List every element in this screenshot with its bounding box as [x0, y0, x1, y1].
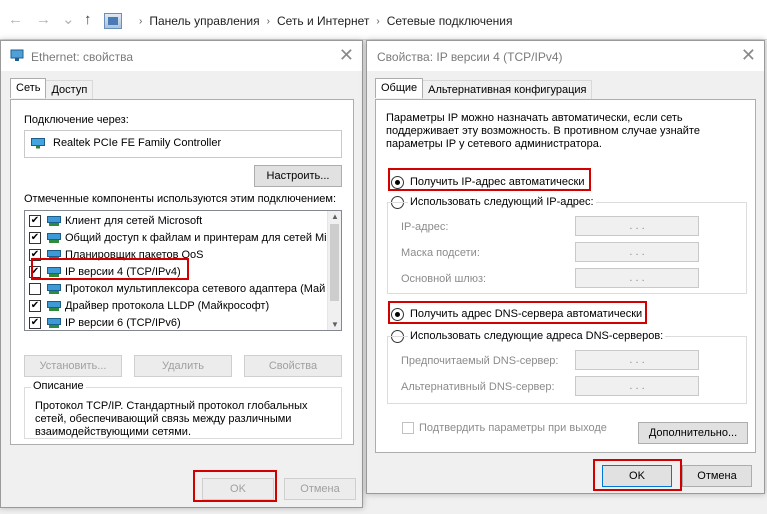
adapter-name: Realtek PCIe FE Family Controller	[53, 137, 222, 149]
configure-button[interactable]: Настроить...	[254, 165, 342, 187]
preferred-dns-field[interactable]: . . .	[575, 350, 699, 370]
advanced-button[interactable]: Дополнительно...	[638, 422, 748, 444]
general-tab-panel: Параметры IP можно назначать автоматичес…	[375, 99, 756, 453]
highlight-frame	[31, 258, 189, 280]
component-row[interactable]: Протокол мультиплексора сетевого адаптер…	[25, 281, 327, 298]
control-panel-icon	[104, 13, 122, 29]
subnet-mask-field[interactable]: . . .	[575, 242, 699, 262]
breadcrumb: › Панель управления › Сеть и Интернет › …	[104, 13, 512, 29]
component-checkbox[interactable]: ✔	[29, 215, 41, 227]
validate-checkbox[interactable]	[402, 422, 414, 434]
component-properties-button[interactable]: Свойства	[244, 355, 342, 377]
scroll-up-icon[interactable]: ▲	[331, 212, 339, 221]
breadcrumb-network-internet[interactable]: Сеть и Интернет	[277, 14, 369, 28]
tab-strip: Сеть Доступ	[10, 78, 94, 100]
chevron-right-icon[interactable]: ›	[267, 16, 270, 27]
remove-button[interactable]: Удалить	[134, 355, 232, 377]
description-title: Описание	[31, 380, 86, 392]
tab-sharing[interactable]: Доступ	[45, 80, 94, 100]
highlight-frame	[388, 301, 647, 324]
default-gateway-label: Основной шлюз:	[401, 273, 487, 285]
network-adapter-icon	[10, 49, 24, 61]
adapter-field: Realtek PCIe FE Family Controller	[24, 130, 342, 158]
network-component-icon	[47, 216, 61, 226]
title-bar: Ethernet: свойства ✕	[1, 41, 362, 71]
forward-arrow-icon[interactable]: →	[36, 12, 51, 28]
component-checkbox[interactable]	[29, 283, 41, 295]
list-scrollbar[interactable]: ▲ ▼	[327, 211, 341, 330]
highlight-frame	[388, 168, 591, 191]
tab-alternate-config[interactable]: Альтернативная конфигурация	[422, 80, 593, 100]
components-label: Отмеченные компоненты используются этим …	[24, 193, 337, 205]
tab-network[interactable]: Сеть	[10, 78, 47, 98]
component-row[interactable]: ✔ Общий доступ к файлам и принтерам для с…	[25, 230, 327, 247]
dropdown-chevron-icon[interactable]: ⌄	[62, 12, 75, 28]
scrollbar-thumb[interactable]	[330, 224, 339, 301]
up-arrow-icon[interactable]: ↑	[84, 12, 92, 28]
close-icon[interactable]: ✕	[741, 46, 756, 64]
connect-using-label: Подключение через:	[24, 114, 129, 126]
ipv4-properties-dialog: Свойства: IP версии 4 (TCP/IPv4) ✕ Общие…	[366, 40, 765, 494]
manual-ip-label[interactable]: Использовать следующий IP-адрес:	[408, 196, 596, 208]
network-component-icon	[47, 233, 61, 243]
network-component-icon	[47, 284, 61, 294]
dialog-title: Ethernet: свойства	[31, 50, 134, 64]
highlight-frame	[193, 470, 277, 502]
component-row[interactable]: ✔ IP версии 6 (TCP/IPv6)	[25, 315, 327, 330]
chevron-right-icon[interactable]: ›	[376, 16, 379, 27]
subnet-mask-label: Маска подсети:	[401, 247, 480, 259]
validate-label: Подтвердить параметры при выходе	[419, 422, 607, 434]
component-label: IP версии 6 (TCP/IPv6)	[65, 317, 181, 329]
close-icon[interactable]: ✕	[339, 46, 354, 64]
alternate-dns-field[interactable]: . . .	[575, 376, 699, 396]
cancel-button[interactable]: Отмена	[284, 478, 356, 500]
title-bar: Свойства: IP версии 4 (TCP/IPv4) ✕	[367, 41, 764, 71]
component-checkbox[interactable]: ✔	[29, 300, 41, 312]
ip-address-field[interactable]: . . .	[575, 216, 699, 236]
component-row[interactable]: ✔ Клиент для сетей Microsoft	[25, 213, 327, 230]
component-checkbox[interactable]: ✔	[29, 232, 41, 244]
network-adapter-icon	[31, 138, 45, 149]
component-row[interactable]: ✔ Драйвер протокола LLDP (Майкрософт)	[25, 298, 327, 315]
alternate-dns-label: Альтернативный DNS-сервер:	[401, 381, 555, 393]
breadcrumb-control-panel[interactable]: Панель управления	[149, 14, 259, 28]
component-label: Клиент для сетей Microsoft	[65, 215, 203, 227]
install-button[interactable]: Установить...	[24, 355, 122, 377]
manual-dns-label[interactable]: Использовать следующие адреса DNS-сервер…	[408, 330, 666, 342]
back-arrow-icon[interactable]: ←	[8, 12, 23, 28]
ip-address-label: IP-адрес:	[401, 221, 449, 233]
network-component-icon	[47, 318, 61, 328]
chevron-right-icon[interactable]: ›	[139, 16, 142, 27]
cancel-button[interactable]: Отмена	[682, 465, 752, 487]
intro-text: Параметры IP можно назначать автоматичес…	[386, 112, 700, 150]
component-label: Протокол мультиплексора сетевого адаптер…	[65, 283, 326, 295]
component-label: Драйвер протокола LLDP (Майкрософт)	[65, 300, 270, 312]
tab-general[interactable]: Общие	[375, 78, 424, 98]
component-checkbox[interactable]: ✔	[29, 317, 41, 329]
tab-strip: Общие Альтернативная конфигурация	[375, 78, 593, 100]
breadcrumb-network-connections[interactable]: Сетевые подключения	[387, 14, 513, 28]
dialog-title: Свойства: IP версии 4 (TCP/IPv4)	[377, 50, 563, 64]
preferred-dns-label: Предпочитаемый DNS-сервер:	[401, 355, 559, 367]
description-group: Описание Протокол TCP/IP. Стандартный пр…	[24, 380, 342, 439]
explorer-address-bar: ← → ⌄ ↑ › Панель управления › Сеть и Инт…	[0, 0, 767, 40]
description-text: Протокол TCP/IP. Стандартный протокол гл…	[35, 400, 308, 438]
scroll-down-icon[interactable]: ▼	[331, 320, 339, 329]
component-label: Общий доступ к файлам и принтерам для се…	[65, 232, 327, 244]
network-component-icon	[47, 301, 61, 311]
default-gateway-field[interactable]: . . .	[575, 268, 699, 288]
highlight-frame	[593, 459, 682, 491]
